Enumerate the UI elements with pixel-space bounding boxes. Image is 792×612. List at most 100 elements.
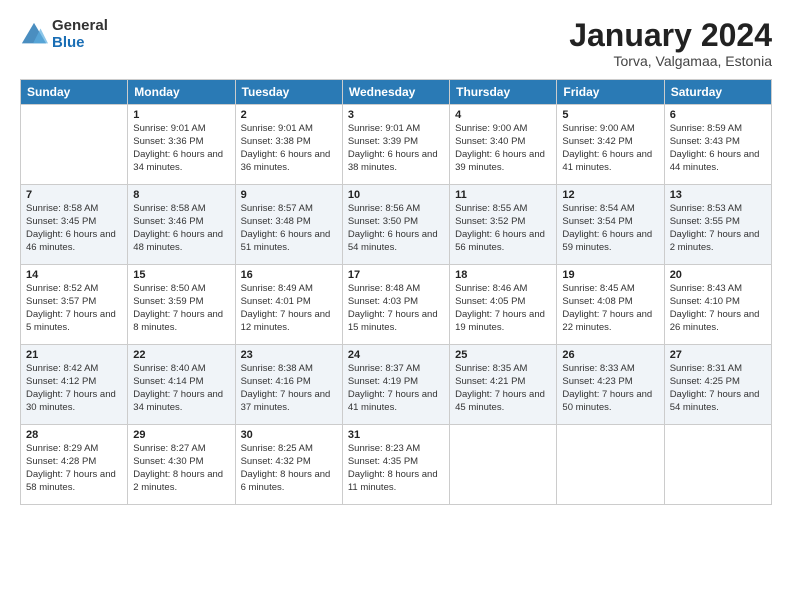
day-info: Sunrise: 8:35 AM Sunset: 4:21 PM Dayligh…: [455, 363, 551, 414]
day-number: 25: [455, 349, 551, 361]
day-cell: 29 Sunrise: 8:27 AM Sunset: 4:30 PM Dayli…: [128, 425, 235, 505]
day-number: 30: [241, 429, 337, 441]
day-info: Sunrise: 8:38 AM Sunset: 4:16 PM Dayligh…: [241, 363, 337, 414]
day-cell: 2 Sunrise: 9:01 AM Sunset: 3:38 PM Daylig…: [235, 105, 342, 185]
day-number: 5: [562, 109, 658, 121]
day-cell: 30Sunrise: 8:25 AM Sunset: 4:32 PM Dayli…: [235, 425, 342, 505]
day-cell: 27Sunrise: 8:31 AM Sunset: 4:25 PM Dayli…: [664, 345, 771, 425]
day-number: 29: [133, 429, 229, 441]
day-info: Sunrise: 8:55 AM Sunset: 3:52 PM Dayligh…: [455, 203, 551, 254]
day-cell: 10 Sunrise: 8:56 AM Sunset: 3:50 PM Dayli…: [342, 185, 449, 265]
day-info: Sunrise: 9:00 AM Sunset: 3:40 PM Dayligh…: [455, 123, 551, 174]
day-cell: 3 Sunrise: 9:01 AM Sunset: 3:39 PM Daylig…: [342, 105, 449, 185]
day-info: Sunrise: 8:40 AM Sunset: 4:14 PM Dayligh…: [133, 363, 229, 414]
day-cell: 4Sunrise: 9:00 AM Sunset: 3:40 PM Daylig…: [450, 105, 557, 185]
header-friday: Friday: [557, 80, 664, 105]
day-number: 3: [348, 109, 444, 121]
day-number: 8: [133, 189, 229, 201]
day-number: 18: [455, 269, 551, 281]
day-info: Sunrise: 8:48 AM Sunset: 4:03 PM Dayligh…: [348, 283, 444, 334]
day-cell: 18 Sunrise: 8:46 AM Sunset: 4:05 PM Dayli…: [450, 265, 557, 345]
day-number: 21: [26, 349, 122, 361]
day-cell: [557, 425, 664, 505]
day-cell: 31 Sunrise: 8:23 AM Sunset: 4:35 PM Dayli…: [342, 425, 449, 505]
day-number: 19: [562, 269, 658, 281]
day-info: Sunrise: 8:56 AM Sunset: 3:50 PM Dayligh…: [348, 203, 444, 254]
day-info: Sunrise: 8:58 AM Sunset: 3:46 PM Dayligh…: [133, 203, 229, 254]
day-info: Sunrise: 8:46 AM Sunset: 4:05 PM Dayligh…: [455, 283, 551, 334]
day-cell: 11 Sunrise: 8:55 AM Sunset: 3:52 PM Dayli…: [450, 185, 557, 265]
location: Torva, Valgamaa, Estonia: [569, 53, 772, 69]
day-info: Sunrise: 9:01 AM Sunset: 3:38 PM Dayligh…: [241, 123, 337, 174]
header-saturday: Saturday: [664, 80, 771, 105]
day-info: Sunrise: 8:37 AM Sunset: 4:19 PM Dayligh…: [348, 363, 444, 414]
day-info: Sunrise: 8:52 AM Sunset: 3:57 PM Dayligh…: [26, 283, 122, 334]
day-number: 15: [133, 269, 229, 281]
day-number: 7: [26, 189, 122, 201]
day-number: 6: [670, 109, 766, 121]
day-number: 1: [133, 109, 229, 121]
calendar-table: Sunday Monday Tuesday Wednesday Thursday…: [20, 79, 772, 505]
day-number: 2: [241, 109, 337, 121]
day-cell: 9 Sunrise: 8:57 AM Sunset: 3:48 PM Daylig…: [235, 185, 342, 265]
day-info: Sunrise: 8:27 AM Sunset: 4:30 PM Dayligh…: [133, 443, 229, 494]
week-row-5: 28 Sunrise: 8:29 AM Sunset: 4:28 PM Dayli…: [21, 425, 772, 505]
day-info: Sunrise: 9:01 AM Sunset: 3:39 PM Dayligh…: [348, 123, 444, 174]
day-cell: 19Sunrise: 8:45 AM Sunset: 4:08 PM Dayli…: [557, 265, 664, 345]
day-number: 28: [26, 429, 122, 441]
day-cell: 13Sunrise: 8:53 AM Sunset: 3:55 PM Dayli…: [664, 185, 771, 265]
header-sunday: Sunday: [21, 80, 128, 105]
day-cell: 15 Sunrise: 8:50 AM Sunset: 3:59 PM Dayli…: [128, 265, 235, 345]
day-cell: 22Sunrise: 8:40 AM Sunset: 4:14 PM Dayli…: [128, 345, 235, 425]
days-header-row: Sunday Monday Tuesday Wednesday Thursday…: [21, 80, 772, 105]
day-info: Sunrise: 8:50 AM Sunset: 3:59 PM Dayligh…: [133, 283, 229, 334]
day-number: 12: [562, 189, 658, 201]
day-cell: 26 Sunrise: 8:33 AM Sunset: 4:23 PM Dayli…: [557, 345, 664, 425]
day-cell: [21, 105, 128, 185]
day-info: Sunrise: 8:23 AM Sunset: 4:35 PM Dayligh…: [348, 443, 444, 494]
day-cell: 17 Sunrise: 8:48 AM Sunset: 4:03 PM Dayli…: [342, 265, 449, 345]
day-cell: 1 Sunrise: 9:01 AM Sunset: 3:36 PM Daylig…: [128, 105, 235, 185]
day-info: Sunrise: 8:43 AM Sunset: 4:10 PM Dayligh…: [670, 283, 766, 334]
logo-icon: [20, 21, 48, 49]
day-cell: 16 Sunrise: 8:49 AM Sunset: 4:01 PM Dayli…: [235, 265, 342, 345]
header-monday: Monday: [128, 80, 235, 105]
day-info: Sunrise: 9:01 AM Sunset: 3:36 PM Dayligh…: [133, 123, 229, 174]
day-info: Sunrise: 9:00 AM Sunset: 3:42 PM Dayligh…: [562, 123, 658, 174]
day-number: 31: [348, 429, 444, 441]
day-number: 9: [241, 189, 337, 201]
week-row-1: 1 Sunrise: 9:01 AM Sunset: 3:36 PM Daylig…: [21, 105, 772, 185]
day-info: Sunrise: 8:29 AM Sunset: 4:28 PM Dayligh…: [26, 443, 122, 494]
day-cell: 14Sunrise: 8:52 AM Sunset: 3:57 PM Dayli…: [21, 265, 128, 345]
day-cell: 20 Sunrise: 8:43 AM Sunset: 4:10 PM Dayli…: [664, 265, 771, 345]
day-cell: 12Sunrise: 8:54 AM Sunset: 3:54 PM Dayli…: [557, 185, 664, 265]
day-cell: 7Sunrise: 8:58 AM Sunset: 3:45 PM Daylig…: [21, 185, 128, 265]
week-row-2: 7Sunrise: 8:58 AM Sunset: 3:45 PM Daylig…: [21, 185, 772, 265]
logo-text: General Blue: [52, 18, 108, 51]
day-number: 16: [241, 269, 337, 281]
page: General Blue January 2024 Torva, Valgama…: [0, 0, 792, 612]
day-info: Sunrise: 8:59 AM Sunset: 3:43 PM Dayligh…: [670, 123, 766, 174]
logo: General Blue: [20, 18, 108, 51]
day-number: 26: [562, 349, 658, 361]
day-info: Sunrise: 8:49 AM Sunset: 4:01 PM Dayligh…: [241, 283, 337, 334]
day-number: 13: [670, 189, 766, 201]
logo-blue-text: Blue: [52, 35, 108, 52]
week-row-4: 21 Sunrise: 8:42 AM Sunset: 4:12 PM Dayli…: [21, 345, 772, 425]
week-row-3: 14Sunrise: 8:52 AM Sunset: 3:57 PM Dayli…: [21, 265, 772, 345]
day-info: Sunrise: 8:42 AM Sunset: 4:12 PM Dayligh…: [26, 363, 122, 414]
day-number: 23: [241, 349, 337, 361]
day-info: Sunrise: 8:31 AM Sunset: 4:25 PM Dayligh…: [670, 363, 766, 414]
day-cell: 21 Sunrise: 8:42 AM Sunset: 4:12 PM Dayli…: [21, 345, 128, 425]
day-number: 17: [348, 269, 444, 281]
logo-general-text: General: [52, 18, 108, 35]
day-info: Sunrise: 8:33 AM Sunset: 4:23 PM Dayligh…: [562, 363, 658, 414]
day-cell: 8 Sunrise: 8:58 AM Sunset: 3:46 PM Daylig…: [128, 185, 235, 265]
day-number: 10: [348, 189, 444, 201]
day-info: Sunrise: 8:57 AM Sunset: 3:48 PM Dayligh…: [241, 203, 337, 254]
day-number: 20: [670, 269, 766, 281]
day-cell: 24Sunrise: 8:37 AM Sunset: 4:19 PM Dayli…: [342, 345, 449, 425]
day-number: 11: [455, 189, 551, 201]
header-tuesday: Tuesday: [235, 80, 342, 105]
header-thursday: Thursday: [450, 80, 557, 105]
